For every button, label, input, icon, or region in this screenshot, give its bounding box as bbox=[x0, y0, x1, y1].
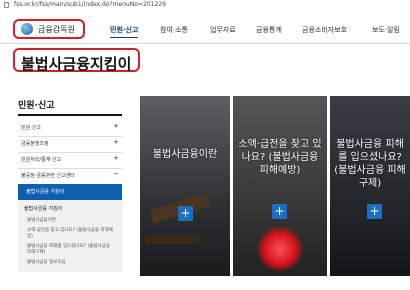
sidebar-item-report-center[interactable]: 불공정·금융관련 신고센터 − bbox=[18, 168, 122, 185]
logo-text: 금융감독원 bbox=[38, 24, 75, 34]
plus-icon[interactable]: + bbox=[367, 204, 382, 219]
url-text: fss.or.kr/fss/main/sub1/index.do?menuNo=… bbox=[14, 1, 166, 8]
nav-item-press[interactable]: 보도·알림 bbox=[372, 25, 400, 35]
submenu-head[interactable]: 불법사금융 지킴이 bbox=[24, 205, 62, 212]
logo-emblem-icon bbox=[21, 23, 33, 35]
card-label: 불법사금융이란 bbox=[152, 149, 218, 160]
submenu-item[interactable]: 불법사금융 정보모음 bbox=[27, 260, 66, 266]
nav-item-consumer-protection[interactable]: 금융소비자보호 bbox=[302, 25, 347, 35]
nav-item-materials[interactable]: 업무자료 bbox=[210, 25, 236, 35]
sidebar-item-label: 불공정·금융관련 신고센터 bbox=[21, 173, 75, 179]
site-logo[interactable]: 금융감독원 bbox=[13, 19, 85, 39]
sidebar-item-complaint[interactable]: 민원·신고 + bbox=[18, 120, 122, 137]
submenu: 불법사금융 지킴이 불법사금융이란 소액·급전을 찾고 있나요? (불법사금융 … bbox=[18, 200, 122, 272]
nav-divider bbox=[0, 43, 410, 44]
sidebar-item-label: 민원처리/통계·신고 bbox=[21, 157, 62, 163]
card-label: 소액·급전을 찾고 있나요? (불법사금융 피해예방) bbox=[238, 139, 322, 176]
card-relief[interactable]: 불법사금융 피해를 입으셨나요? (불법사금융 피해구제) + bbox=[330, 96, 410, 276]
gavel-base-image bbox=[145, 236, 200, 244]
page-title-box: 불법사금융지킴이 bbox=[13, 48, 140, 73]
minus-icon: − bbox=[113, 170, 119, 178]
submenu-item[interactable]: 소액·급전을 찾고 있나요? (불법사금융 피해예방) bbox=[27, 228, 113, 240]
alarm-light-image bbox=[257, 226, 303, 272]
sidebar-item-active[interactable]: 불법사금융 지킴이 bbox=[18, 184, 122, 200]
plus-icon[interactable]: + bbox=[272, 204, 287, 219]
nav-item-complaint[interactable]: 민원·신고 bbox=[110, 25, 139, 38]
page-title: 불법사금융지킴이 bbox=[21, 55, 132, 73]
plus-icon: + bbox=[113, 138, 119, 146]
submenu-item[interactable]: 불법사금융이란 bbox=[27, 218, 56, 224]
sidebar-item-label: 금융분쟁조정 bbox=[21, 141, 49, 147]
sidebar-rule bbox=[18, 114, 122, 116]
nav-item-participation[interactable]: 참여·소통 bbox=[160, 25, 188, 35]
submenu-item[interactable]: 불법사금융 피해를 입으셨나요? (불법사금융 피해구제) bbox=[27, 244, 113, 256]
nav-item-statistics[interactable]: 금융통계 bbox=[256, 25, 282, 35]
sidebar-active-label: 불법사금융 지킴이 bbox=[26, 189, 65, 195]
plus-icon[interactable]: + bbox=[178, 206, 193, 221]
sidebar-item-dispute[interactable]: 금융분쟁조정 + bbox=[18, 136, 122, 153]
plus-icon: + bbox=[113, 154, 119, 162]
card-prevention[interactable]: 소액·급전을 찾고 있나요? (불법사금융 피해예방) + bbox=[233, 96, 327, 276]
card-about[interactable]: 불법사금융이란 + bbox=[140, 96, 230, 276]
plus-icon: + bbox=[113, 122, 119, 130]
lock-icon bbox=[4, 2, 9, 8]
sidebar-title: 민원·신고 bbox=[18, 101, 55, 111]
card-label: 불법사금융 피해를 입으셨나요? (불법사금융 피해구제) bbox=[334, 139, 406, 189]
sidebar-item-statistics[interactable]: 민원처리/통계·신고 + bbox=[18, 152, 122, 169]
site-header: 금융감독원 민원·신고 참여·소통 업무자료 금융통계 금융소비자보호 보도·알… bbox=[0, 11, 410, 43]
sidebar-item-label: 민원·신고 bbox=[21, 125, 41, 131]
